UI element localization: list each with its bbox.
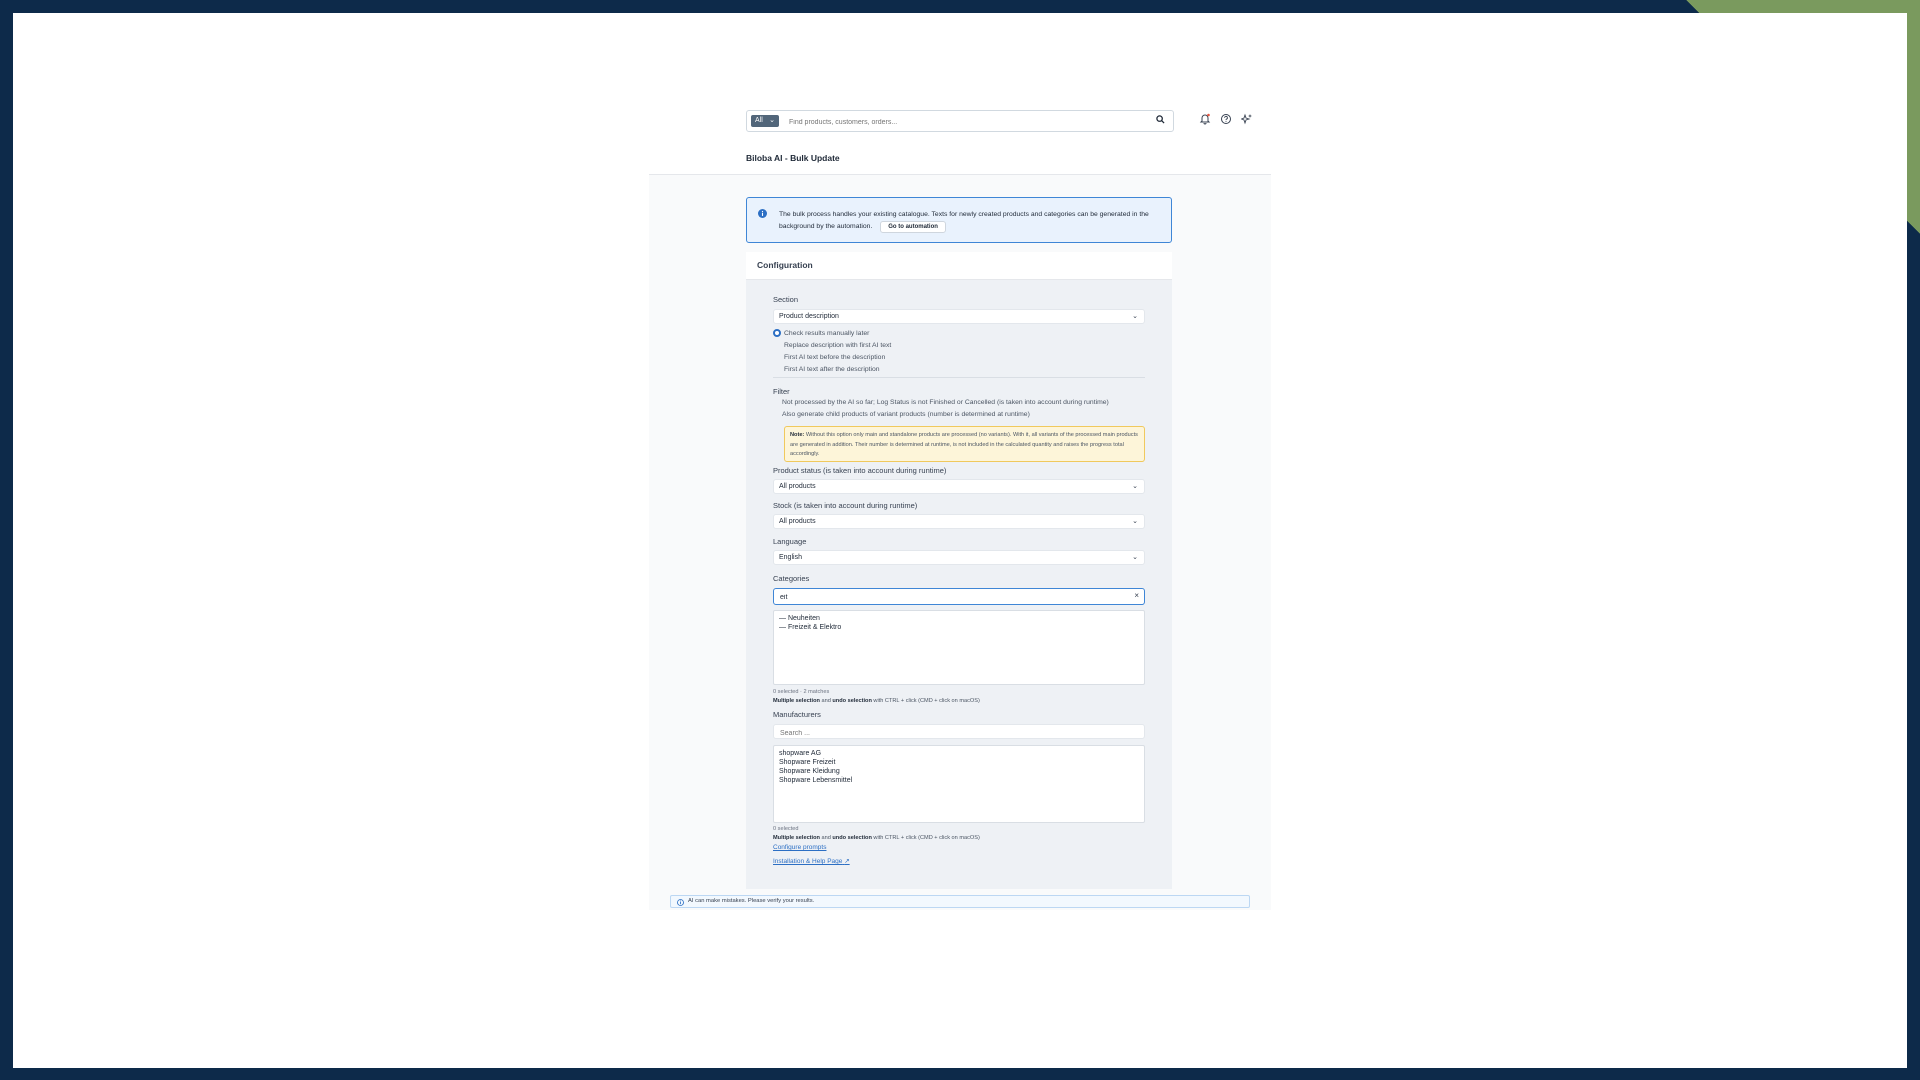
chevron-down-icon: ⌄ — [1132, 554, 1138, 561]
variant-note: Note: Without this option only main and … — [784, 426, 1145, 462]
close-icon[interactable]: × — [1134, 591, 1139, 600]
categories-search-input[interactable]: × — [773, 588, 1145, 605]
categories-search-field[interactable] — [778, 591, 1122, 604]
product-status-value: All products — [779, 483, 816, 490]
manufacturers-label: Manufacturers — [773, 710, 821, 719]
page-title: Biloba AI - Bulk Update — [746, 153, 840, 163]
search-scope-dropdown[interactable]: All ⌄ — [751, 115, 779, 127]
list-item[interactable]: Shopware Kleidung — [779, 767, 1139, 776]
info-banner-text-wrapper: The bulk process handles your existing c… — [779, 209, 1159, 233]
sparkles-icon[interactable] — [1241, 113, 1253, 125]
mode-option-label: First AI text before the description — [784, 353, 886, 361]
go-to-automation-button[interactable]: Go to automation — [880, 220, 946, 233]
product-status-select[interactable]: All products ⌄ — [773, 479, 1145, 494]
manufacturers-listbox[interactable]: shopware AG Shopware Freizeit Shopware K… — [773, 745, 1145, 823]
categories-label: Categories — [773, 574, 810, 583]
info-icon — [677, 899, 684, 906]
chevron-down-icon: ⌄ — [1132, 483, 1138, 490]
section-value: Product description — [779, 313, 839, 320]
help-text: with CTRL + click (CMD + click on macOS) — [871, 835, 980, 841]
stock-select[interactable]: All products ⌄ — [773, 514, 1145, 529]
section-label: Section — [773, 295, 799, 304]
product-status-label: Product status (is taken into account du… — [773, 466, 947, 475]
filter-option-label: Not processed by the AI so far; Log Stat… — [782, 399, 1109, 406]
info-banner-text: The bulk process handles your existing c… — [779, 211, 1149, 230]
chevron-down-icon: ⌄ — [1132, 313, 1138, 320]
search-input[interactable] — [787, 114, 1151, 130]
mode-option-before[interactable]: First AI text before the description — [773, 353, 885, 361]
list-item[interactable]: Shopware Lebensmittel — [779, 776, 1139, 785]
help-text: and — [819, 835, 833, 841]
mode-option-label: First AI text after the description — [784, 365, 880, 373]
help-text: and — [819, 698, 833, 704]
configuration-title: Configuration — [757, 260, 813, 270]
manufacturers-selection-meta: 0 selected — [773, 826, 799, 832]
bell-icon[interactable] — [1199, 113, 1211, 125]
search-scope-label: All — [755, 117, 763, 124]
language-value: English — [779, 554, 802, 561]
categories-listbox[interactable]: — Neuheiten — Freizeit & Elektro — [773, 610, 1145, 685]
language-label: Language — [773, 537, 807, 546]
radio-button-selected[interactable] — [773, 329, 781, 337]
section-divider — [773, 377, 1145, 378]
admin-panel: All ⌄ Biloba AI - Bulk Update — [649, 100, 1271, 910]
configure-prompts-link[interactable]: Configure prompts — [773, 844, 826, 851]
info-icon — [758, 209, 767, 218]
language-select[interactable]: English ⌄ — [773, 550, 1145, 565]
categories-selection-meta: 0 selected · 2 matches — [773, 689, 830, 695]
top-bar: All ⌄ — [649, 100, 1271, 141]
chevron-down-icon: ⌄ — [769, 117, 775, 124]
help-bold: undo selection — [832, 835, 872, 841]
stock-value: All products — [779, 518, 816, 525]
external-link-icon: ↗ — [844, 858, 850, 865]
configuration-card: Configuration Section Product descriptio… — [746, 252, 1172, 889]
list-item[interactable]: shopware AG — [779, 749, 1139, 758]
filter-label: Filter — [773, 387, 790, 396]
manufacturers-search-input[interactable] — [773, 724, 1145, 739]
help-circle-icon[interactable] — [1220, 113, 1232, 125]
manufacturers-multi-select-help: Multiple selection and undo selection wi… — [773, 835, 980, 841]
ai-disclaimer: AI can make mistakes. Please verify your… — [670, 895, 1250, 908]
configuration-card-header: Configuration — [746, 252, 1172, 280]
list-item[interactable]: — Freizeit & Elektro — [779, 623, 1139, 632]
filter-not-processed[interactable]: Not processed by the AI so far; Log Stat… — [773, 399, 1109, 406]
global-search[interactable]: All ⌄ — [746, 110, 1174, 132]
note-text: Without this option only main and standa… — [790, 432, 1138, 457]
help-page-link[interactable]: Installation & Help Page — [773, 858, 842, 865]
filter-child-products[interactable]: Also generate child products of variant … — [773, 411, 1030, 418]
checkbox[interactable] — [773, 411, 779, 417]
categories-multi-select-help: Multiple selection and undo selection wi… — [773, 698, 980, 704]
filter-option-label: Also generate child products of variant … — [782, 411, 1030, 418]
help-bold: Multiple selection — [773, 835, 820, 841]
section-select[interactable]: Product description ⌄ — [773, 309, 1145, 324]
note-prefix: Note: — [790, 432, 805, 438]
help-page-link-wrapper[interactable]: Installation & Help Page ↗ — [773, 857, 850, 865]
mode-option-label: Check results manually later — [784, 329, 870, 337]
list-item[interactable]: Shopware Freizeit — [779, 758, 1139, 767]
mode-option-after[interactable]: First AI text after the description — [773, 365, 880, 373]
ai-disclaimer-text: AI can make mistakes. Please verify your… — [688, 898, 815, 904]
mode-option-replace[interactable]: Replace description with first AI text — [773, 341, 891, 349]
help-text: with CTRL + click (CMD + click on macOS) — [871, 698, 980, 704]
help-bold: undo selection — [832, 698, 872, 704]
mode-option-label: Replace description with first AI text — [784, 341, 892, 349]
checkbox[interactable] — [773, 399, 779, 405]
list-item[interactable]: — Neuheiten — [779, 614, 1139, 623]
search-icon[interactable] — [1156, 115, 1165, 124]
info-banner: The bulk process handles your existing c… — [746, 197, 1172, 243]
stock-label: Stock (is taken into account during runt… — [773, 501, 918, 510]
help-bold: Multiple selection — [773, 698, 820, 704]
chevron-down-icon: ⌄ — [1132, 518, 1138, 525]
page-header: Biloba AI - Bulk Update — [649, 140, 1271, 175]
mode-option-manual[interactable]: Check results manually later — [773, 329, 869, 337]
manufacturers-search-field[interactable] — [778, 727, 1142, 739]
